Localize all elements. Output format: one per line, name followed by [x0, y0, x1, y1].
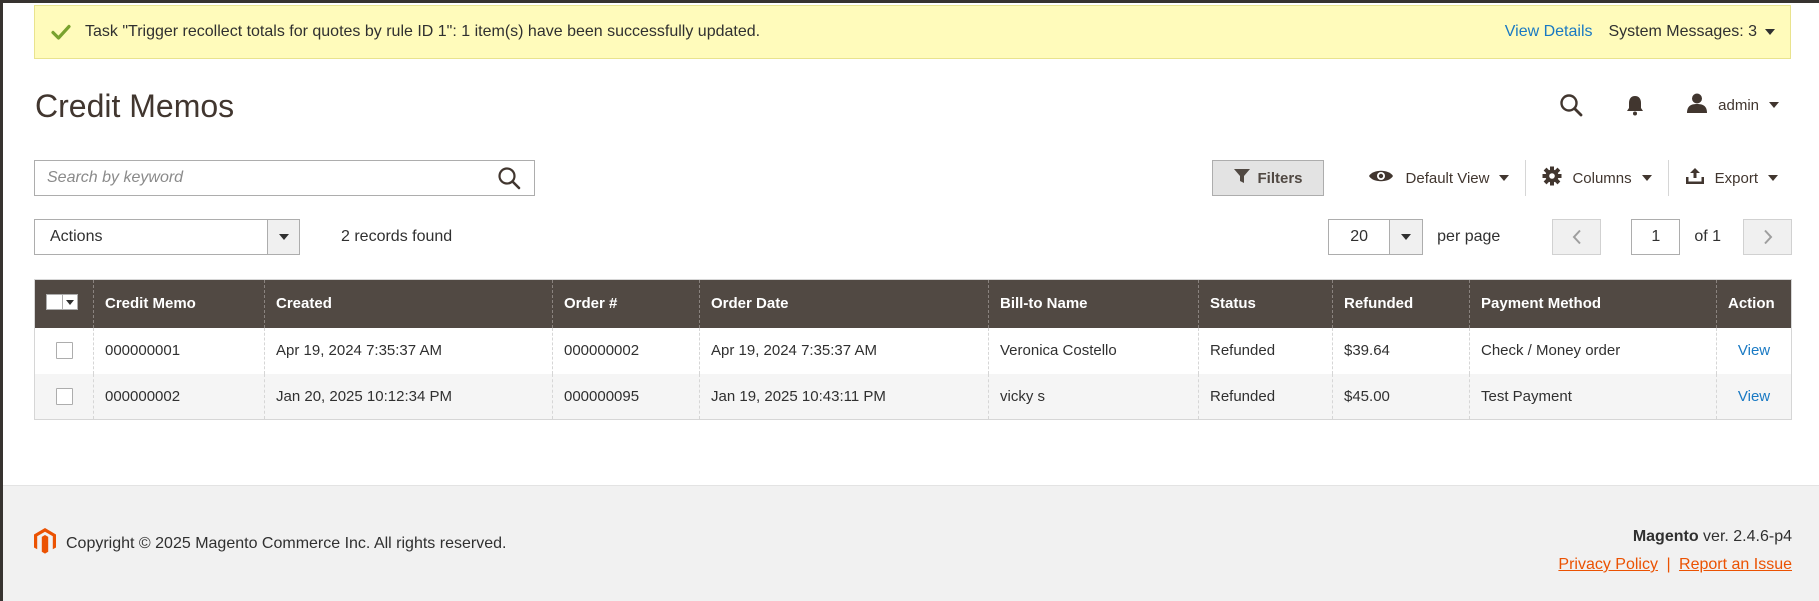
export-label: Export: [1714, 169, 1758, 187]
payment-method-cell: Test Payment: [1469, 373, 1717, 420]
column-header-payment-method[interactable]: Payment Method: [1469, 279, 1717, 328]
bill-to-name-cell: Veronica Costello: [988, 327, 1199, 374]
version-info: Magento ver. 2.4.6-p4: [1633, 528, 1792, 546]
per-page-select[interactable]: 20: [1328, 219, 1424, 255]
report-issue-link[interactable]: Report an Issue: [1679, 556, 1792, 573]
default-view-dropdown[interactable]: Default View: [1352, 160, 1526, 196]
copyright-text: Copyright © 2025 Magento Commerce Inc. A…: [66, 534, 507, 552]
search-icon[interactable]: [484, 161, 534, 195]
view-link[interactable]: View: [1738, 342, 1770, 359]
total-pages-label: of 1: [1694, 228, 1721, 245]
header-actions: admin: [1558, 92, 1779, 118]
column-header-refunded[interactable]: Refunded: [1332, 279, 1470, 328]
created-cell: Jan 20, 2025 10:12:34 PM: [264, 373, 553, 420]
columns-dropdown[interactable]: Columns: [1526, 160, 1667, 196]
column-header-order-date[interactable]: Order Date: [699, 279, 989, 328]
chevron-down-icon: [1641, 175, 1652, 181]
bell-icon[interactable]: [1622, 92, 1648, 118]
order-number-cell: 000000095: [552, 373, 700, 420]
status-cell: Refunded: [1198, 327, 1333, 374]
columns-label: Columns: [1572, 169, 1632, 187]
keyword-search: [34, 160, 535, 196]
column-header-credit-memo[interactable]: Credit Memo: [93, 279, 265, 328]
footer-link-separator: |: [1666, 556, 1671, 573]
magento-logo-icon: [34, 528, 56, 559]
created-cell: Apr 19, 2024 7:35:37 AM: [264, 327, 553, 374]
page-footer: Copyright © 2025 Magento Commerce Inc. A…: [3, 485, 1819, 601]
search-input[interactable]: [35, 161, 484, 195]
export-icon: [1685, 167, 1705, 189]
search-icon[interactable]: [1558, 92, 1584, 118]
default-view-label: Default View: [1405, 169, 1490, 187]
user-icon: [1686, 92, 1708, 118]
mass-select-checkbox[interactable]: [46, 294, 78, 311]
version-text: ver. 2.4.6-p4: [1703, 528, 1792, 545]
success-message-bar: Task "Trigger recollect totals for quote…: [34, 5, 1791, 59]
filters-button[interactable]: Filters: [1211, 160, 1324, 196]
admin-username: admin: [1718, 96, 1759, 114]
chevron-down-icon: [1769, 102, 1779, 108]
copyright: Copyright © 2025 Magento Commerce Inc. A…: [34, 528, 506, 559]
footer-links: Privacy Policy | Report an Issue: [1558, 556, 1792, 574]
column-header-action: Action: [1716, 279, 1792, 328]
chevron-down-icon: [63, 295, 77, 309]
order-date-cell: Apr 19, 2024 7:35:37 AM: [699, 327, 989, 374]
chevron-down-icon: [1768, 175, 1778, 181]
eye-icon: [1368, 168, 1394, 188]
export-dropdown[interactable]: Export: [1669, 160, 1794, 196]
payment-method-cell: Check / Money order: [1469, 327, 1717, 374]
table-row: 000000001 Apr 19, 2024 7:35:37 AM 000000…: [34, 327, 1792, 374]
page-title: Credit Memos: [35, 88, 235, 124]
credit-memos-grid: Credit Memo Created Order # Order Date B…: [34, 279, 1792, 420]
column-header-status[interactable]: Status: [1198, 279, 1333, 328]
brand-name: Magento: [1632, 528, 1699, 545]
bill-to-name-cell: vicky s: [988, 373, 1199, 420]
column-header-order-number[interactable]: Order #: [552, 279, 700, 328]
pager: 20 per page 1 of 1: [1328, 219, 1792, 255]
mass-select-header: [34, 279, 94, 328]
column-header-bill-to-name[interactable]: Bill-to Name: [988, 279, 1199, 328]
view-link[interactable]: View: [1738, 388, 1770, 405]
table-row: 000000002 Jan 20, 2025 10:12:34 PM 00000…: [34, 373, 1792, 420]
order-date-cell: Jan 19, 2025 10:43:11 PM: [699, 373, 989, 420]
view-details-link[interactable]: View Details: [1505, 23, 1593, 41]
order-number-cell: 000000002: [552, 327, 700, 374]
per-page-value: 20: [1350, 228, 1369, 245]
gear-icon: [1542, 166, 1562, 190]
system-messages-label: System Messages: 3: [1608, 23, 1758, 40]
privacy-policy-link[interactable]: Privacy Policy: [1558, 556, 1658, 573]
row-checkbox[interactable]: [55, 388, 73, 406]
window-top-border: [0, 0, 1819, 3]
chevron-down-icon: [1499, 175, 1510, 181]
chevron-down-icon: [1389, 220, 1423, 254]
refunded-cell: $45.00: [1332, 373, 1470, 420]
previous-page-button[interactable]: [1552, 219, 1602, 255]
next-page-button[interactable]: [1743, 219, 1792, 255]
current-page-input[interactable]: 1: [1631, 219, 1681, 255]
check-icon: [51, 21, 73, 43]
system-messages-toggle[interactable]: System Messages: 3: [1608, 23, 1775, 41]
grid-header-row: Credit Memo Created Order # Order Date B…: [34, 279, 1792, 328]
row-checkbox[interactable]: [55, 342, 73, 360]
grid-toolbar: Filters Default View Columns Export: [1211, 160, 1794, 196]
status-cell: Refunded: [1198, 373, 1333, 420]
filter-icon: [1233, 168, 1251, 188]
admin-user-menu[interactable]: admin: [1686, 92, 1779, 118]
credit-memo-cell: 000000002: [93, 373, 265, 420]
chevron-right-icon: [1763, 229, 1772, 245]
credit-memo-cell: 000000001: [93, 327, 265, 374]
success-message-text: Task "Trigger recollect totals for quote…: [85, 23, 761, 40]
records-found-count: 2 records found: [341, 228, 453, 245]
mass-actions-dropdown[interactable]: Actions: [34, 219, 300, 255]
per-page-label: per page: [1437, 228, 1501, 245]
chevron-down-icon: [1765, 29, 1775, 35]
mass-actions-label: Actions: [50, 228, 103, 245]
chevron-left-icon: [1572, 229, 1581, 245]
filters-label: Filters: [1257, 169, 1303, 187]
chevron-down-icon: [267, 220, 299, 254]
refunded-cell: $39.64: [1332, 327, 1470, 374]
column-header-created[interactable]: Created: [264, 279, 553, 328]
